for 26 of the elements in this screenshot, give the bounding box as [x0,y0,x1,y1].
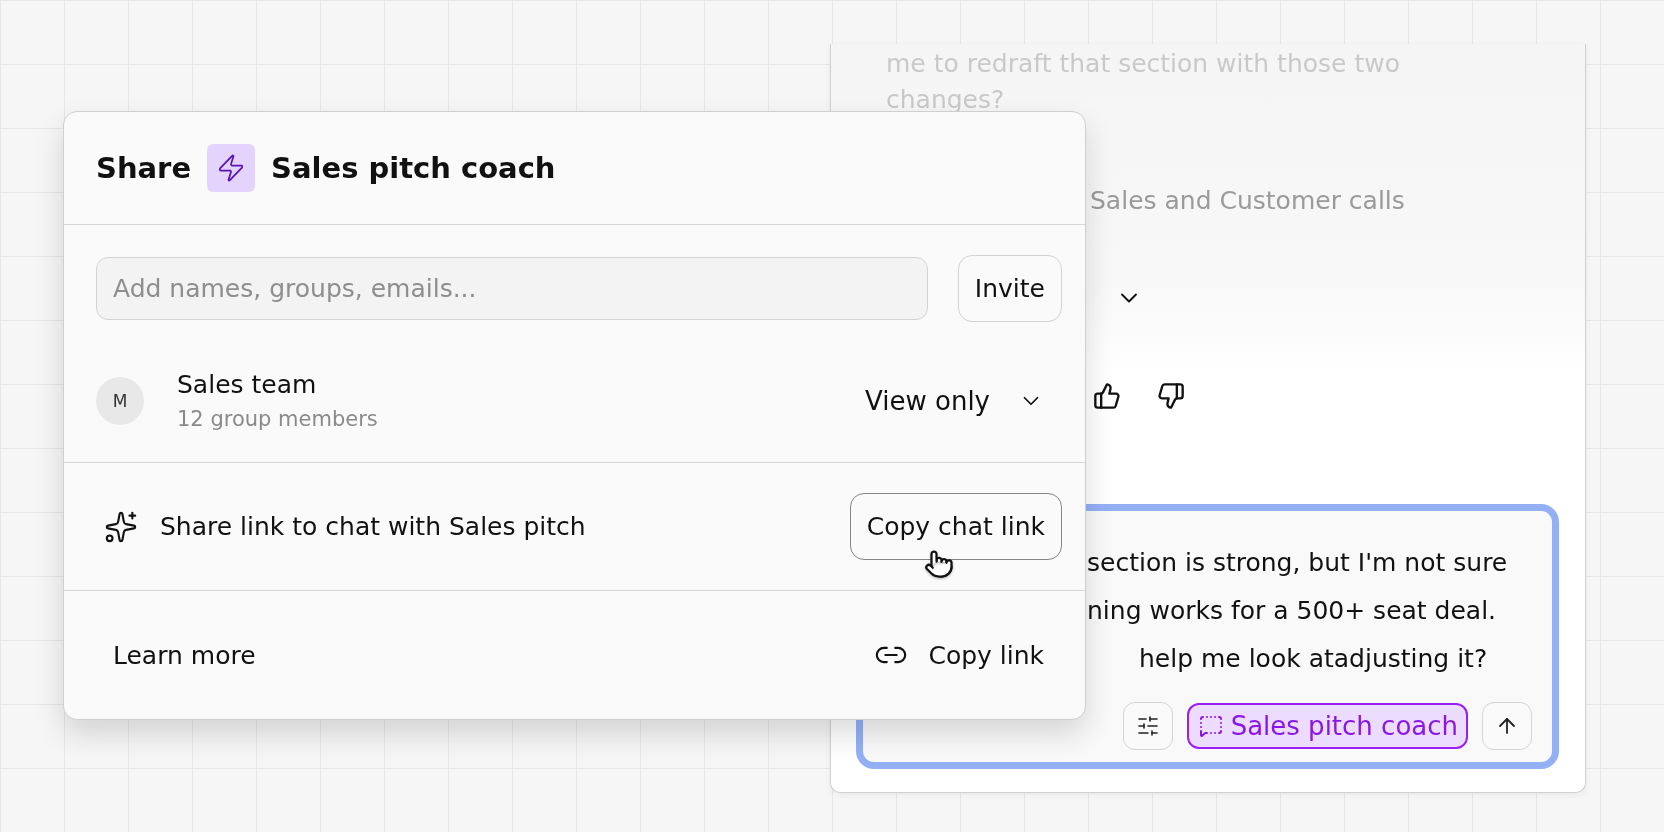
avatar: M [96,376,144,425]
learn-more-link[interactable]: Learn more [113,640,256,670]
member-name: Sales team [177,370,318,399]
thumbs-down-icon[interactable] [1157,382,1185,410]
copy-link-button[interactable]: Copy link [874,638,1044,672]
settings-button[interactable] [1122,702,1173,750]
sliders-icon [1135,714,1160,738]
chat-bubble-icon [1198,714,1223,738]
agent-name: Sales pitch coach [271,151,556,185]
role-dropdown[interactable]: View only [865,385,1062,416]
copy-chat-link-button[interactable]: Copy chat link [849,493,1062,560]
composer-text: section is strong, but I'm not sure [1087,547,1508,579]
invite-field[interactable]: Add names, groups, emails... [96,257,928,320]
composer-text: help me look atadjusting it? [1139,643,1488,675]
hand-cursor-icon [924,549,954,579]
thumbs-up-icon[interactable] [1093,382,1121,410]
agent-chip[interactable]: Sales pitch coach [1186,703,1468,749]
source-label: Sales and Customer calls [1090,186,1406,216]
chat-link-text: Share link to chat with Sales pitch [160,512,587,541]
send-button[interactable] [1482,702,1532,750]
lightning-icon [207,144,256,192]
member-detail: 12 group members [177,407,379,431]
dialog-title: Share [96,151,192,185]
composer-text: ning works for a 500+ seat deal. [1087,595,1497,627]
sparkle-icon [104,509,138,544]
invite-button[interactable]: Invite [957,255,1062,322]
